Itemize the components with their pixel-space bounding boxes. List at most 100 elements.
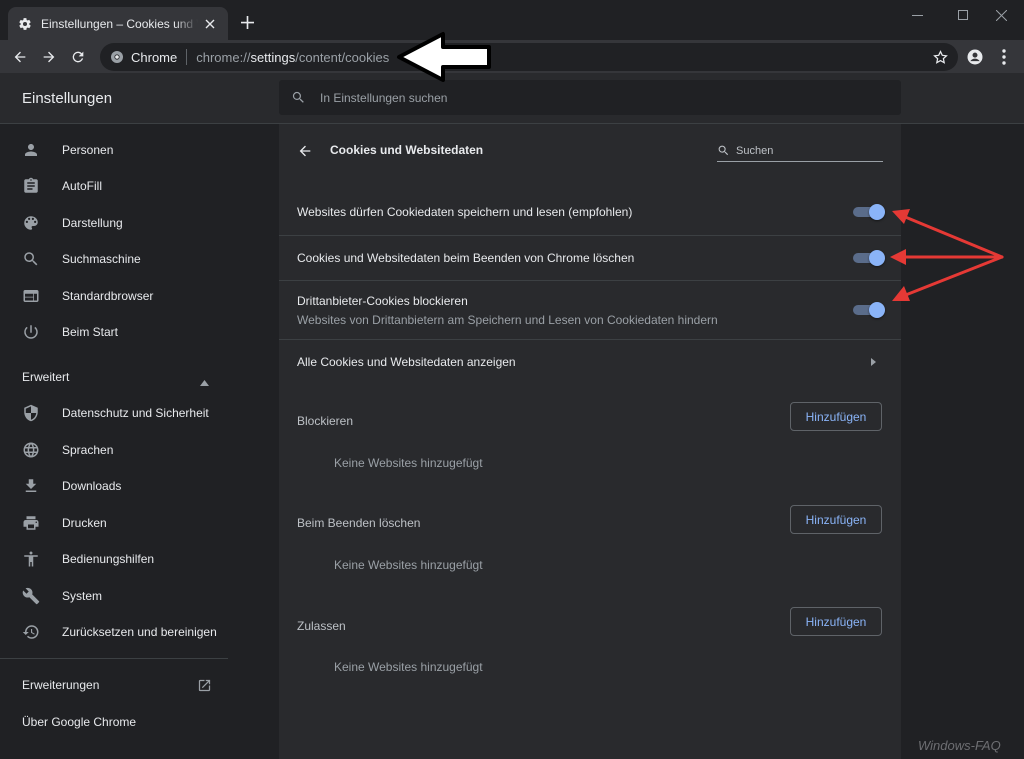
sidebar-item-bedienungshilfen[interactable]: Bedienungshilfen [0,541,228,577]
section-label-zulassen: Zulassen [297,619,346,633]
all-cookies-row[interactable]: Alle Cookies und Websitedaten anzeigen [279,339,901,383]
forward-button[interactable] [36,44,62,70]
sidebar-item-system[interactable]: System [0,578,228,614]
empty-note: Keine Websites hinzugefügt [334,558,483,572]
sidebar-item-zuruecksetzen[interactable]: Zurücksetzen und bereinigen [0,614,228,650]
browser-tab[interactable]: Einstellungen – Cookies und Websitedaten [8,7,228,40]
browser-icon [22,287,40,305]
sidebar-item-label: Sprachen [62,443,114,457]
annotation-arrows-red [890,209,1004,301]
sidebar-item-personen[interactable]: Personen [0,132,228,168]
back-button[interactable] [7,44,33,70]
sidebar-item-datenschutz[interactable]: Datenschutz und Sicherheit [0,395,228,431]
block-third-party-toggle[interactable] [853,302,885,318]
toggle-label: Cookies und Websitedaten beim Beenden vo… [297,251,635,265]
chevron-right-icon [869,357,877,367]
bookmark-star-icon[interactable] [932,49,948,65]
toggle-label: Websites dürfen Cookiedaten speichern un… [297,205,633,219]
gear-icon [18,17,32,31]
sidebar-item-label: Drucken [62,516,107,530]
search-icon [717,144,731,158]
sidebar-item-label: Bedienungshilfen [62,552,155,566]
power-icon [22,323,40,341]
sidebar-item-autofill[interactable]: AutoFill [0,168,228,204]
open-external-icon [197,678,212,698]
add-allow-button[interactable]: Hinzufügen [790,607,882,636]
annotation-arrow-white [397,32,491,82]
empty-note: Keine Websites hinzugefügt [334,456,483,470]
download-icon [22,477,40,495]
back-arrow-icon[interactable] [295,141,315,161]
toggle-row-allow-cookies[interactable]: Websites dürfen Cookiedaten speichern un… [279,190,901,235]
palette-icon [22,214,40,232]
watermark-text: Windows-FAQ [918,738,1001,753]
sidebar-item-sprachen[interactable]: Sprachen [0,432,228,468]
tab-title: Einstellungen – Cookies und Websitedaten [41,16,198,31]
sidebar-item-label: Darstellung [62,216,123,230]
clipboard-icon [22,177,40,195]
allow-cookies-toggle[interactable] [853,204,885,220]
clear-on-exit-toggle[interactable] [853,250,885,266]
sidebar-item-label: Downloads [62,479,122,493]
sidebar-divider [0,658,228,659]
chrome-icon [110,50,124,64]
sidebar-item-label: Personen [62,143,114,157]
reload-button[interactable] [65,44,91,70]
toggle-label: Drittanbieter-Cookies blockieren [297,294,468,308]
omnibox-chip: Chrome [131,49,178,65]
toggle-row-clear-on-exit[interactable]: Cookies und Websitedaten beim Beenden vo… [279,235,901,280]
page-title: Einstellungen [22,90,113,107]
sidebar-item-label: AutoFill [62,179,103,193]
close-icon[interactable] [202,16,218,32]
sidebar-item-label: Beim Start [62,325,119,339]
empty-note: Keine Websites hinzugefügt [334,660,483,674]
card-header: Cookies und Websitedaten [279,124,901,180]
close-window-button[interactable] [978,0,1024,30]
sidebar-item-label: Suchmaschine [62,252,141,266]
minimize-button[interactable] [894,0,940,30]
chevron-up-icon[interactable] [200,373,209,391]
settings-search-input[interactable] [320,90,880,105]
search-icon [291,90,307,106]
menu-kebab-icon[interactable] [991,44,1017,70]
cookie-search[interactable] [717,140,883,162]
toggle-row-block-third-party[interactable]: Drittanbieter-Cookies blockieren Website… [279,280,901,339]
sidebar-item-suchmaschine[interactable]: Suchmaschine [0,241,228,277]
reset-icon [22,623,40,641]
person-icon [22,141,40,159]
new-tab-button[interactable] [238,13,256,31]
add-block-button[interactable]: Hinzufügen [790,402,882,431]
sidebar-item-label: System [62,589,103,603]
add-clear-on-exit-button[interactable]: Hinzufügen [790,505,882,534]
section-label-beim-beenden: Beim Beenden löschen [297,516,421,530]
sidebar-item-about[interactable]: Über Google Chrome [0,704,228,740]
sidebar-item-downloads[interactable]: Downloads [0,468,228,504]
sidebar-item-drucken[interactable]: Drucken [0,505,228,541]
cookie-search-input[interactable] [736,144,876,157]
sidebar-item-label: Datenschutz und Sicherheit [62,406,209,420]
sidebar: Personen AutoFill Darstellung Suchmaschi… [0,124,228,759]
browser-toolbar: Chrome chrome://settings/content/cookies [0,40,1024,73]
settings-search[interactable] [279,80,901,115]
toggle-sublabel: Websites von Drittanbietern am Speichern… [297,313,718,327]
cookies-card: Cookies und Websitedaten Websites dürfen… [279,124,901,759]
sidebar-item-standardbrowser[interactable]: Standardbrowser [0,278,228,314]
profile-avatar[interactable] [962,44,988,70]
sidebar-item-darstellung[interactable]: Darstellung [0,205,228,241]
advanced-section-label[interactable]: Erweitert [22,370,69,384]
printer-icon [22,514,40,532]
sidebar-item-label: Standardbrowser [62,289,154,303]
search-icon [22,250,40,268]
section-label-blockieren: Blockieren [297,414,354,428]
all-cookies-label: Alle Cookies und Websitedaten anzeigen [297,355,516,369]
shield-icon [22,404,40,422]
sidebar-item-beim-start[interactable]: Beim Start [0,314,228,350]
accessibility-icon [22,550,40,568]
url-text: chrome://settings/content/cookies [196,49,390,65]
sidebar-item-label: Zurücksetzen und bereinigen [62,625,217,639]
sidebar-item-label: Erweiterungen [22,678,100,692]
sidebar-item-label: Über Google Chrome [22,715,137,729]
address-bar[interactable]: Chrome chrome://settings/content/cookies [100,43,958,71]
globe-icon [22,441,40,459]
sidebar-item-erweiterungen[interactable]: Erweiterungen [0,667,228,703]
